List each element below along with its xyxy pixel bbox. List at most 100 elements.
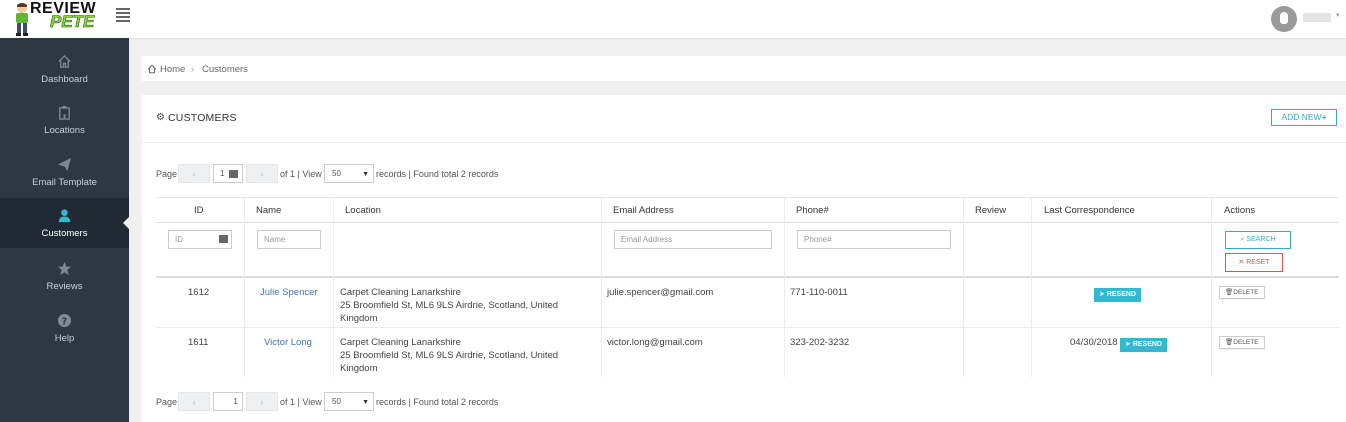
pager-prev-button[interactable]: ‹ [178,164,210,183]
location-country: Kingdom [340,363,378,374]
sidebar-item-help[interactable]: ? Help [0,303,129,353]
calculator-icon [229,169,238,178]
sidebar-item-label: Email Template [32,177,97,188]
active-indicator [123,216,130,230]
column-divider [784,197,785,377]
cell-email: victor.long@gmail.com [607,337,703,348]
column-divider [963,197,964,377]
location-address: 25 Broomfield St, ML6 9LS Airdrie, Scotl… [340,350,559,361]
chevron-down-icon[interactable]: ▾ [1336,11,1340,19]
breadcrumb-separator: › [191,64,195,75]
add-new-button[interactable]: ADD NEW+ [1271,109,1337,126]
column-divider [601,197,602,377]
sidebar-item-dashboard[interactable]: Dashboard [0,44,129,94]
page-title: CUSTOMERS [168,112,237,124]
sidebar-item-label: Help [54,333,75,344]
sidebar-item-reviews[interactable]: Reviews [0,251,129,301]
customers-panel: ⚙ CUSTOMERS ADD NEW+ Page ‹ 1 › of 1 | V… [142,95,1346,422]
column-header-email[interactable]: Email Address [613,205,674,216]
pager-per-page-select[interactable]: 50 [324,392,374,411]
delete-label: DELETE [1233,339,1259,346]
reset-label: RESET [1246,259,1270,266]
pager-bottom: Page ‹ 1 › of 1 | View 50 records | Foun… [156,392,556,412]
user-avatar[interactable] [1271,6,1297,32]
pager-next-button[interactable]: › [246,392,278,411]
phone-filter-input[interactable]: Phone# [797,230,951,249]
review-pete-logo[interactable]: REVIEW PETE [6,0,106,38]
column-header-id[interactable]: ID [194,205,204,216]
cell-phone: 323-202-3232 [790,337,850,348]
customer-name-link[interactable]: Julie Spencer [260,286,318,299]
building-icon [59,105,70,120]
pager-records-text: records | Found total 2 records [376,169,499,179]
column-header-actions: Actions [1224,205,1256,216]
sidebar-item-label: Customers [41,228,88,239]
star-icon [57,261,72,276]
delete-button[interactable]: 🗑DELETE [1219,336,1265,349]
cell-location: Carpet Cleaning Lanarkshire 25 Broomfiel… [340,286,558,325]
cell-id: 1612 [188,287,210,298]
column-header-location[interactable]: Location [345,205,381,216]
pager-page-label: Page [156,397,178,407]
location-name: Carpet Cleaning Lanarkshire [340,337,461,348]
pager-of-text: of 1 | View [280,169,322,179]
question-icon: ? [57,313,72,327]
resend-label: RESEND [1132,341,1162,348]
cell-id: 1611 [188,337,209,348]
search-button[interactable]: ⌕ SEARCH [1225,231,1291,249]
breadcrumb-home-link[interactable]: Home [160,64,185,75]
pager-page-label: Page [156,169,178,179]
resend-button[interactable]: ➤ RESEND [1094,288,1141,302]
pager-of-text: of 1 | View [280,397,322,407]
gear-icon: ⚙ [156,112,165,123]
delete-button[interactable]: 🗑DELETE [1219,286,1265,299]
reset-button[interactable]: ✕ RESET [1225,253,1283,272]
panel-header: ⚙ CUSTOMERS ADD NEW+ [142,95,1346,143]
mascot-icon [16,3,28,36]
pager-page-input[interactable]: 1 [213,164,243,183]
pager-next-button[interactable]: › [246,164,278,183]
menu-toggle-icon[interactable] [116,8,130,22]
cell-last-correspondence: 04/30/2018 [1070,337,1118,348]
pager-records-text: records | Found total 2 records [376,397,499,407]
home-icon [147,64,157,74]
search-label: SEARCH [1246,236,1276,243]
column-divider [1031,197,1032,377]
user-name[interactable] [1303,13,1331,22]
svg-text:?: ? [62,316,67,327]
location-country: Kingdom [340,313,378,324]
sidebar: Dashboard Locations Email Template Custo… [0,38,130,422]
pager-top: Page ‹ 1 › of 1 | View 50 records | Foun… [156,164,556,184]
id-filter-input[interactable]: ID [168,230,232,249]
column-divider [244,197,245,377]
calculator-icon [219,235,228,243]
delete-label: DELETE [1233,289,1259,296]
sidebar-item-customers[interactable]: Customers [0,198,130,248]
cell-location: Carpet Cleaning Lanarkshire 25 Broomfiel… [340,336,558,375]
pager-prev-button[interactable]: ‹ [178,392,210,411]
resend-button[interactable]: ➤ RESEND [1120,338,1167,352]
sidebar-item-label: Dashboard [41,74,88,85]
paper-plane-icon: ➤ [1125,341,1133,348]
pager-per-page-select[interactable]: 50 [324,164,374,183]
paper-plane-icon [57,157,72,172]
pager-page-input[interactable]: 1 [213,392,243,411]
sidebar-item-locations[interactable]: Locations [0,95,129,145]
top-header: REVIEW PETE ▾ [0,0,1346,38]
resend-label: RESEND [1106,291,1136,298]
sidebar-item-label: Locations [44,125,85,136]
column-header-review[interactable]: Review [975,205,1006,216]
name-filter-input[interactable]: Name [257,230,321,249]
breadcrumb-current: Customers [202,64,248,75]
location-name: Carpet Cleaning Lanarkshire [340,287,461,298]
column-divider [333,197,334,377]
column-header-last-correspondence[interactable]: Last Correspondence [1044,205,1135,216]
email-filter-input[interactable]: Email Address [614,230,772,249]
customer-name-link[interactable]: Victor Long [264,336,312,349]
column-divider [1211,197,1212,377]
id-filter-placeholder: ID [175,235,183,244]
add-new-label: ADD NEW [1281,112,1322,122]
column-header-name[interactable]: Name [256,205,281,216]
column-header-phone[interactable]: Phone# [796,205,829,216]
sidebar-item-email-template[interactable]: Email Template [0,147,129,197]
